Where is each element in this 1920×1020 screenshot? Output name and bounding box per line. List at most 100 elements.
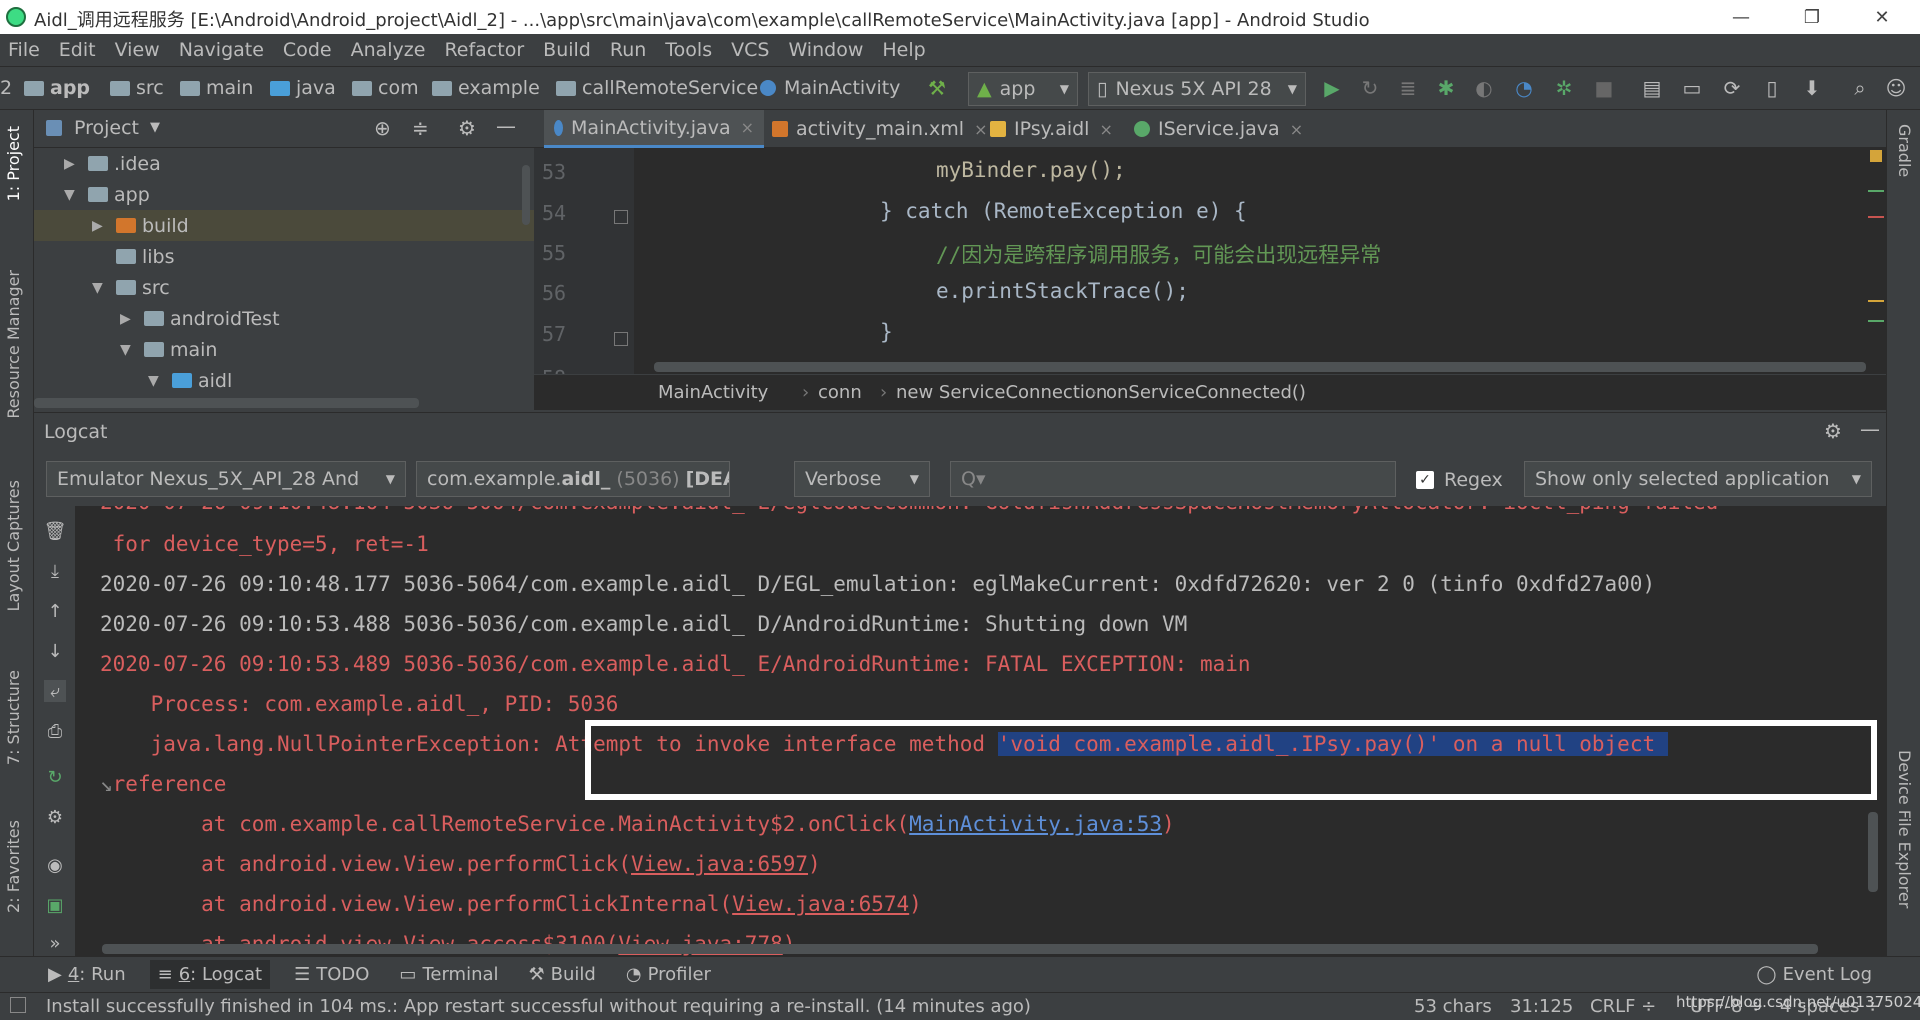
- tree-item-app[interactable]: ▼ app: [34, 179, 534, 210]
- toggle-tool-windows-icon[interactable]: [10, 997, 26, 1013]
- soft-wrap-icon[interactable]: ⤶: [44, 680, 66, 702]
- log-line[interactable]: 2020-07-26 09:10:53.488 5036-5036/com.ex…: [100, 612, 1187, 636]
- restart-icon[interactable]: ↻: [44, 766, 66, 788]
- tree-item-libs[interactable]: libs: [34, 241, 534, 272]
- print-icon[interactable]: ⎙: [44, 720, 66, 742]
- code-line-57[interactable]: }: [880, 320, 893, 344]
- expand-arrow-icon[interactable]: ▶: [64, 156, 80, 172]
- nav-crumb-example[interactable]: example: [432, 77, 540, 99]
- tree-item-main[interactable]: ▼ main: [34, 334, 534, 365]
- expand-arrow-icon[interactable]: ▶: [92, 218, 108, 234]
- menu-vcs[interactable]: VCS: [731, 39, 769, 61]
- expand-arrow-icon[interactable]: ▶: [120, 311, 136, 327]
- scroll-to-end-icon[interactable]: ⤓: [44, 560, 66, 582]
- tab-activity-main-xml[interactable]: activity_main.xml ×: [762, 110, 997, 148]
- expand-arrow-icon[interactable]: ▼: [148, 373, 164, 389]
- process-select[interactable]: com.example. aidl_ (5036) [DEAD] ▼: [416, 461, 730, 497]
- more-icon[interactable]: »: [44, 932, 66, 954]
- tool-tab-run[interactable]: ▶ 4: Run: [48, 964, 126, 985]
- stop-icon[interactable]: ■: [1592, 76, 1616, 100]
- log-line[interactable]: 2020-07-26 09:10:48.164 5036-5064/com.ex…: [100, 506, 1718, 514]
- nav-crumb-app[interactable]: app: [24, 77, 90, 99]
- source-link[interactable]: View.java:6597: [631, 852, 808, 876]
- menu-refactor[interactable]: Refactor: [444, 39, 524, 61]
- warning-marker-icon[interactable]: [1870, 150, 1882, 162]
- breadcrumb-conn[interactable]: conn: [802, 382, 862, 403]
- log-horizontal-scrollbar[interactable]: [102, 944, 1818, 954]
- code-line-54[interactable]: } catch (RemoteException e) {: [880, 199, 1247, 223]
- vertical-scrollbar[interactable]: [522, 165, 530, 225]
- nav-crumb-src[interactable]: src: [110, 77, 164, 99]
- attach-debugger-icon[interactable]: ✲: [1552, 76, 1576, 100]
- log-level-select[interactable]: Verbose ▼: [794, 461, 930, 497]
- close-button[interactable]: ✕: [1853, 0, 1911, 34]
- tree-item-build[interactable]: ▶ build: [34, 210, 534, 241]
- project-structure-icon[interactable]: ▤: [1640, 76, 1664, 100]
- menu-view[interactable]: View: [115, 39, 160, 61]
- code-line-55[interactable]: //因为是跨程序调用服务，可能会出现远程异常: [936, 239, 1381, 269]
- apply-code-changes-icon[interactable]: ≣: [1396, 76, 1420, 100]
- logcat-search-input[interactable]: Q▾: [950, 461, 1396, 497]
- avatar-icon[interactable]: ☺: [1884, 76, 1908, 100]
- hide-icon[interactable]: —: [1860, 417, 1880, 441]
- fold-marker-icon[interactable]: [614, 332, 628, 346]
- hammer-icon[interactable]: ⚒: [925, 76, 949, 100]
- close-icon[interactable]: ×: [741, 118, 754, 137]
- fold-marker-icon[interactable]: [614, 210, 628, 224]
- tool-tab-build[interactable]: ⚒ Build: [529, 964, 596, 985]
- nav-crumb-java[interactable]: java: [270, 77, 336, 99]
- menu-help[interactable]: Help: [882, 39, 925, 61]
- code-line-53[interactable]: myBinder.pay();: [936, 158, 1126, 182]
- close-icon[interactable]: ×: [1290, 120, 1303, 139]
- nav-crumb-root[interactable]: 2: [0, 77, 12, 99]
- search-icon[interactable]: ⌕: [1848, 76, 1872, 100]
- log-vertical-scrollbar[interactable]: [1868, 812, 1878, 892]
- menu-run[interactable]: Run: [610, 39, 646, 61]
- run-config-select[interactable]: ▲ app ▼: [968, 72, 1078, 106]
- locate-icon[interactable]: ⊕: [374, 116, 391, 140]
- editor-horizontal-scrollbar[interactable]: [654, 362, 1866, 372]
- tool-tab-resource-manager[interactable]: Resource Manager: [4, 270, 23, 419]
- tab-ipsy-aidl[interactable]: IPsy.aidl ×: [980, 110, 1123, 148]
- profile-icon[interactable]: ◐: [1472, 76, 1496, 100]
- tool-tab-device-file-explorer[interactable]: Device File Explorer: [1895, 750, 1914, 908]
- tree-item-src[interactable]: ▼ src: [34, 272, 534, 303]
- gear-icon[interactable]: ⚙: [44, 806, 66, 828]
- debug-icon[interactable]: ✱: [1434, 76, 1458, 100]
- restore-button[interactable]: ❐: [1783, 0, 1841, 34]
- tool-tab-logcat[interactable]: ≡ 6: Logcat: [149, 960, 271, 989]
- tree-item-androidtest[interactable]: ▶ androidTest: [34, 303, 534, 334]
- collapse-all-icon[interactable]: ≑: [412, 116, 429, 140]
- profiler-gauge-icon[interactable]: ◔: [1512, 76, 1536, 100]
- nav-crumb-mainactivity[interactable]: MainActivity: [760, 77, 900, 99]
- log-line[interactable]: Process: com.example.aidl_, PID: 5036: [100, 692, 619, 716]
- camera-icon[interactable]: ◉: [44, 854, 66, 876]
- stack-frame[interactable]: at com.example.callRemoteService.MainAct…: [100, 812, 1175, 836]
- close-icon[interactable]: ×: [1099, 120, 1112, 139]
- screen-record-icon[interactable]: ▣: [44, 894, 66, 916]
- tree-item-idea[interactable]: ▶ .idea: [34, 148, 534, 179]
- gear-icon[interactable]: ⚙: [1824, 419, 1842, 443]
- tab-iservice-java[interactable]: IService.java ×: [1124, 110, 1313, 148]
- tool-tab-todo[interactable]: ☰ TODO: [294, 964, 369, 985]
- menu-navigate[interactable]: Navigate: [179, 39, 264, 61]
- menu-code[interactable]: Code: [283, 39, 332, 61]
- hide-icon[interactable]: —: [496, 114, 516, 138]
- source-link[interactable]: MainActivity.java:53: [909, 812, 1162, 836]
- expand-arrow-icon[interactable]: ▼: [92, 280, 108, 296]
- tool-tab-favorites[interactable]: 2: Favorites: [4, 820, 23, 913]
- gear-icon[interactable]: ⚙: [458, 116, 476, 140]
- breadcrumb-mainactivity[interactable]: MainActivity: [658, 382, 768, 403]
- project-view-title[interactable]: Project: [74, 117, 139, 139]
- device-select[interactable]: Emulator Nexus_5X_API_28 And ▼: [46, 461, 406, 497]
- run-icon[interactable]: ▶: [1320, 76, 1344, 100]
- expand-arrow-icon[interactable]: ▼: [64, 187, 80, 203]
- tool-tab-project[interactable]: 1: Project: [4, 126, 23, 201]
- tool-tab-profiler[interactable]: ◔ Profiler: [626, 964, 711, 985]
- device-select[interactable]: ▯ Nexus 5X API 28 ▼: [1088, 72, 1306, 106]
- nav-crumb-main[interactable]: main: [180, 77, 253, 99]
- status-line-separator[interactable]: CRLF ÷: [1590, 996, 1656, 1017]
- stack-frame[interactable]: at android.view.View.performClick(View.j…: [100, 852, 821, 876]
- trash-icon[interactable]: 🗑: [44, 520, 67, 542]
- arrow-up-icon[interactable]: ↑: [44, 600, 66, 622]
